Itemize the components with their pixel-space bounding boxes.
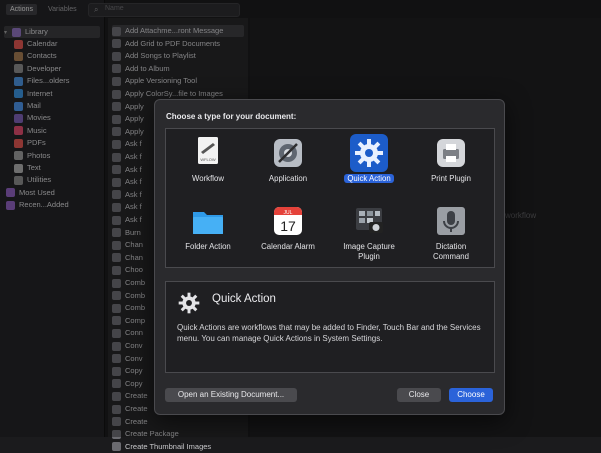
printer-icon xyxy=(432,134,470,172)
close-button[interactable]: Close xyxy=(397,388,441,402)
choose-button[interactable]: Choose xyxy=(449,388,493,402)
type-dictation-command[interactable]: Dictation Command xyxy=(411,199,491,263)
action-item[interactable]: Create Thumbnail Images xyxy=(112,441,211,453)
type-calendar-alarm[interactable]: JUL 17 Calendar Alarm xyxy=(248,199,328,263)
type-label: Print Plugin xyxy=(431,174,471,183)
type-label: Folder Action xyxy=(185,242,231,251)
calendar-icon: JUL 17 xyxy=(269,202,307,240)
type-label: Quick Action xyxy=(329,174,409,184)
application-icon xyxy=(269,134,307,172)
document-type-dialog: Choose a type for your document: WFLOW W… xyxy=(154,99,505,415)
type-workflow[interactable]: WFLOW Workflow xyxy=(168,131,248,195)
document-type-grid: WFLOW Workflow Application Quick Action … xyxy=(165,128,495,268)
image-capture-icon xyxy=(350,202,388,240)
action-icon xyxy=(112,442,121,452)
type-label: Image Capture Plugin xyxy=(343,242,395,261)
type-label: Application xyxy=(268,174,308,183)
type-application[interactable]: Application xyxy=(248,131,328,195)
calendar-month: JUL xyxy=(284,210,293,216)
type-label: Calendar Alarm xyxy=(261,242,315,251)
description-panel: Quick Action Quick Actions are workflows… xyxy=(165,281,495,373)
type-image-capture-plugin[interactable]: Image Capture Plugin xyxy=(329,199,409,263)
description-title: Quick Action xyxy=(212,293,276,305)
workflow-icon: WFLOW xyxy=(189,134,227,172)
description-text: Quick Actions are workflows that may be … xyxy=(177,323,481,343)
open-existing-document-button[interactable]: Open an Existing Document... xyxy=(165,388,297,402)
quick-action-gear-icon xyxy=(175,289,203,317)
type-folder-action[interactable]: Folder Action xyxy=(168,199,248,263)
type-print-plugin[interactable]: Print Plugin xyxy=(411,131,491,195)
workflow-doc-text: WFLOW xyxy=(200,157,216,162)
type-quick-action[interactable]: Quick Action xyxy=(329,131,409,195)
microphone-icon xyxy=(432,202,470,240)
folder-icon xyxy=(189,202,227,240)
type-label: Workflow xyxy=(192,174,224,183)
action-label: Create Thumbnail Images xyxy=(125,441,212,451)
calendar-day: 17 xyxy=(280,218,296,234)
dialog-title: Choose a type for your document: xyxy=(166,112,297,121)
type-label: Dictation Command xyxy=(433,242,469,261)
quick-action-gear-icon xyxy=(350,134,388,172)
